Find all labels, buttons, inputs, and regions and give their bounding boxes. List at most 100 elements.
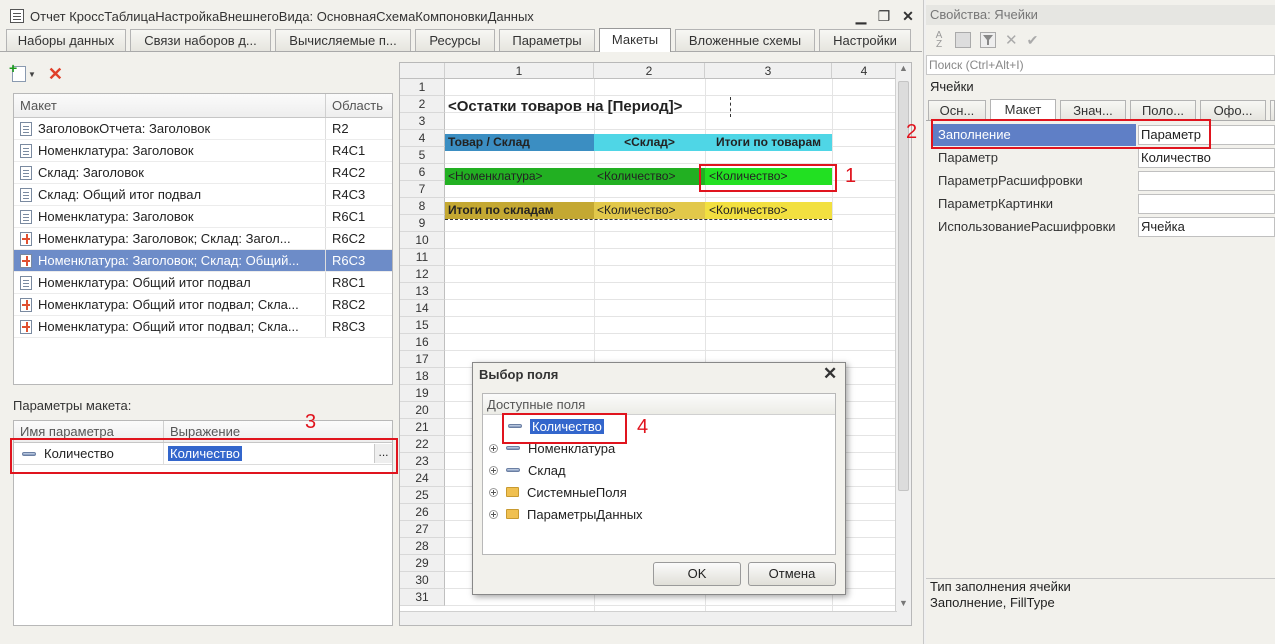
field-item-system-fields[interactable]: СистемныеПоля xyxy=(483,481,835,503)
layout-row[interactable]: Номенклатура: Общий итог подвал R8C1 xyxy=(14,272,392,294)
row-header-25[interactable]: 25 xyxy=(400,487,445,504)
tab-layouts[interactable]: Макеты xyxy=(599,28,671,52)
column-header-3[interactable]: 3 xyxy=(705,63,832,79)
row-header-8[interactable]: 8 xyxy=(400,198,445,215)
property-row-parameter[interactable]: Параметр Количество xyxy=(926,147,1275,169)
categories-icon[interactable] xyxy=(955,32,971,48)
property-value[interactable]: Количество xyxy=(1138,148,1275,168)
row-header-4[interactable]: 4 xyxy=(400,130,445,147)
property-row-use-drilldown[interactable]: ИспользованиеРасшифровки Ячейка xyxy=(926,216,1275,238)
prop-tab-more[interactable] xyxy=(1270,100,1275,120)
column-header-1[interactable]: 1 xyxy=(445,63,594,79)
cancel-button[interactable]: Отмена xyxy=(748,562,836,586)
row-header-14[interactable]: 14 xyxy=(400,300,445,317)
column-header-4[interactable]: 4 xyxy=(832,63,897,79)
report-title-cell[interactable]: <Остатки товаров на [Период]> xyxy=(448,97,738,117)
row-header-1[interactable]: 1 xyxy=(400,79,445,96)
prop-tab-main[interactable]: Осн... xyxy=(928,100,986,120)
tab-parameters[interactable]: Параметры xyxy=(499,29,595,51)
expand-icon[interactable] xyxy=(489,465,498,475)
row-header-16[interactable]: 16 xyxy=(400,334,445,351)
prop-tab-value[interactable]: Знач... xyxy=(1060,100,1126,120)
row-header-9[interactable]: 9 xyxy=(400,215,445,232)
delete-icon[interactable]: ✕ xyxy=(48,65,63,83)
row-header-26[interactable]: 26 xyxy=(400,504,445,521)
row-header-30[interactable]: 30 xyxy=(400,572,445,589)
layout-row[interactable]: Склад: Заголовок R4C2 xyxy=(14,162,392,184)
sheet-horizontal-scrollbar[interactable] xyxy=(400,611,897,625)
property-row-drilldown-parameter[interactable]: ПараметрРасшифровки xyxy=(926,170,1275,192)
clear-icon[interactable]: ✕ xyxy=(1005,31,1018,49)
cell-r8c1[interactable]: Итоги по складам xyxy=(445,202,594,219)
row-header-21[interactable]: 21 xyxy=(400,419,445,436)
expand-icon[interactable] xyxy=(489,487,498,497)
row-header-7[interactable]: 7 xyxy=(400,181,445,198)
tab-nested-schemas[interactable]: Вложенные схемы xyxy=(675,29,815,51)
row-header-24[interactable]: 24 xyxy=(400,470,445,487)
close-icon[interactable]: ✕ xyxy=(899,8,917,24)
prop-tab-position[interactable]: Поло... xyxy=(1130,100,1196,120)
layout-row[interactable]: Номенклатура: Общий итог подвал; Скла...… xyxy=(14,294,392,316)
cell-r4c2[interactable]: <Склад> xyxy=(594,134,705,151)
tab-resources[interactable]: Ресурсы xyxy=(415,29,495,51)
filter-icon[interactable] xyxy=(980,32,996,48)
column-area-header[interactable]: Область xyxy=(326,94,383,117)
row-header-11[interactable]: 11 xyxy=(400,249,445,266)
expand-icon[interactable] xyxy=(489,443,498,453)
row-header-20[interactable]: 20 xyxy=(400,402,445,419)
layout-row[interactable]: Склад: Общий итог подвал R4C3 xyxy=(14,184,392,206)
tab-dataset-links[interactable]: Связи наборов д... xyxy=(130,29,271,51)
prop-tab-layout[interactable]: Макет xyxy=(990,99,1056,121)
field-item-warehouse[interactable]: Склад xyxy=(483,459,835,481)
prop-tab-appearance[interactable]: Офо... xyxy=(1200,100,1266,120)
cell-r6c1[interactable]: <Номенклатура> xyxy=(445,168,594,185)
row-header-18[interactable]: 18 xyxy=(400,368,445,385)
row-header-28[interactable]: 28 xyxy=(400,538,445,555)
layout-row[interactable]: ЗаголовокОтчета: Заголовок R2 xyxy=(14,118,392,140)
tab-datasets[interactable]: Наборы данных xyxy=(6,29,126,51)
row-header-23[interactable]: 23 xyxy=(400,453,445,470)
layout-row[interactable]: Номенклатура: Общий итог подвал; Скла...… xyxy=(14,316,392,338)
row-header-5[interactable]: 5 xyxy=(400,147,445,164)
property-value[interactable] xyxy=(1138,194,1275,214)
restore-icon[interactable]: ❐ xyxy=(875,8,893,24)
minimize-icon[interactable]: ▁ xyxy=(852,8,870,24)
dialog-close-icon[interactable]: ✕ xyxy=(823,364,837,384)
check-icon[interactable]: ✔ xyxy=(1027,32,1039,49)
row-header-15[interactable]: 15 xyxy=(400,317,445,334)
cell-r4c3[interactable]: Итоги по товарам xyxy=(705,134,832,151)
layout-row[interactable]: Номенклатура: Заголовок R6C1 xyxy=(14,206,392,228)
row-header-27[interactable]: 27 xyxy=(400,521,445,538)
layout-row[interactable]: Номенклатура: Заголовок R4C1 xyxy=(14,140,392,162)
row-header-19[interactable]: 19 xyxy=(400,385,445,402)
layout-row[interactable]: Номенклатура: Заголовок; Склад: Загол...… xyxy=(14,228,392,250)
property-value[interactable]: Ячейка xyxy=(1138,217,1275,237)
cell-r4c1[interactable]: Товар / Склад xyxy=(445,134,594,151)
layout-row[interactable]: Номенклатура: Заголовок; Склад: Общий...… xyxy=(14,250,392,272)
properties-search-input[interactable]: Поиск (Ctrl+Alt+I) xyxy=(926,55,1275,75)
row-header-12[interactable]: 12 xyxy=(400,266,445,283)
tab-settings[interactable]: Настройки xyxy=(819,29,911,51)
field-item-data-parameters[interactable]: ПараметрыДанных xyxy=(483,503,835,525)
add-layout-button[interactable]: + ▼ xyxy=(9,61,36,82)
row-header-10[interactable]: 10 xyxy=(400,232,445,249)
row-header-29[interactable]: 29 xyxy=(400,555,445,572)
row-header-6[interactable]: 6 xyxy=(400,164,445,181)
property-row-picture-parameter[interactable]: ПараметрКартинки xyxy=(926,193,1275,215)
sort-icon[interactable]: AZ xyxy=(932,31,946,50)
column-layout-header[interactable]: Макет xyxy=(14,94,326,117)
row-header-22[interactable]: 22 xyxy=(400,436,445,453)
sheet-vertical-scrollbar[interactable]: ▲ ▼ xyxy=(895,63,911,625)
tab-calculated-fields[interactable]: Вычисляемые п... xyxy=(275,29,411,51)
cell-r6c2[interactable]: <Количество> xyxy=(594,168,705,185)
cell-r8c3[interactable]: <Количество> xyxy=(705,202,832,219)
property-value[interactable] xyxy=(1138,171,1275,191)
expand-icon[interactable] xyxy=(489,509,498,519)
row-header-17[interactable]: 17 xyxy=(400,351,445,368)
ok-button[interactable]: OK xyxy=(653,562,741,586)
row-header-31[interactable]: 31 xyxy=(400,589,445,606)
row-header-3[interactable]: 3 xyxy=(400,113,445,130)
row-header-13[interactable]: 13 xyxy=(400,283,445,300)
row-header-2[interactable]: 2 xyxy=(400,96,445,113)
column-header-2[interactable]: 2 xyxy=(594,63,705,79)
